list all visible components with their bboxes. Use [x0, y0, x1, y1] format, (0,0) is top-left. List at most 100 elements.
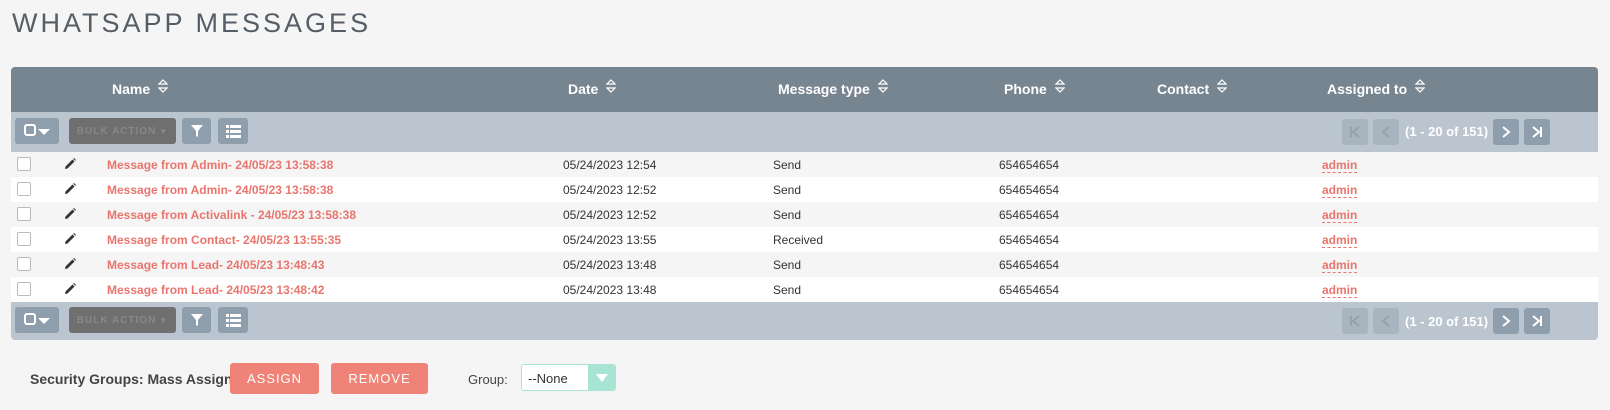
row-checkbox[interactable] [17, 232, 31, 246]
column-chooser-button[interactable] [218, 307, 248, 333]
prev-page-icon [1381, 126, 1390, 138]
chevron-down-icon: ▼ [159, 315, 169, 325]
next-page-button[interactable] [1493, 119, 1519, 145]
pagination-text: (1 - 20 of 151) [1405, 314, 1489, 329]
row-name-link[interactable]: Message from Admin- 24/05/23 13:58:38 [107, 183, 333, 197]
row-checkbox[interactable] [17, 257, 31, 271]
last-page-button[interactable] [1524, 119, 1550, 145]
table-row: Message from Contact- 24/05/23 13:55:35 … [11, 227, 1598, 252]
pencil-icon[interactable] [63, 207, 77, 224]
row-date: 05/24/2023 13:48 [563, 283, 657, 297]
column-header-label: Contact [1157, 81, 1210, 97]
row-phone: 654654654 [999, 233, 1060, 247]
table-row: Message from Lead- 24/05/23 13:48:43 05/… [11, 252, 1598, 277]
row-assigned-link[interactable]: admin [1322, 158, 1358, 173]
row-checkbox[interactable] [17, 282, 31, 296]
row-date: 05/24/2023 13:55 [563, 233, 657, 247]
checkbox-dropdown-icon [24, 124, 50, 136]
prev-page-icon [1381, 315, 1390, 327]
row-message-type: Send [773, 158, 802, 172]
row-checkbox[interactable] [17, 182, 31, 196]
sort-icon[interactable] [158, 79, 169, 93]
row-checkbox[interactable] [17, 207, 31, 221]
select-all-dropdown[interactable] [15, 118, 59, 144]
sort-icon[interactable] [606, 79, 617, 93]
row-phone: 654654654 [999, 158, 1060, 172]
column-header-label: Message type [778, 81, 870, 97]
prev-page-button[interactable] [1373, 119, 1399, 145]
pencil-icon[interactable] [63, 232, 77, 249]
chevron-down-icon: ▼ [159, 126, 169, 136]
next-page-button[interactable] [1493, 308, 1519, 334]
column-chooser-icon [225, 124, 241, 138]
chevron-down-icon[interactable] [588, 365, 615, 390]
row-name-link[interactable]: Message from Contact- 24/05/23 13:55:35 [107, 233, 341, 247]
row-assigned-link[interactable]: admin [1322, 208, 1358, 223]
group-select[interactable]: --None [521, 364, 616, 391]
column-header-phone[interactable]: Phone [1004, 79, 1065, 97]
last-page-icon [1532, 126, 1542, 138]
row-phone: 654654654 [999, 183, 1060, 197]
sort-icon[interactable] [1217, 79, 1228, 93]
row-message-type: Send [773, 258, 802, 272]
bulk-action-button[interactable]: BULK ACTION ▼ [69, 307, 176, 333]
row-checkbox[interactable] [17, 157, 31, 171]
column-header-date[interactable]: Date [568, 79, 617, 97]
table-row: Message from Activalink - 24/05/23 13:58… [11, 202, 1598, 227]
column-chooser-button[interactable] [218, 118, 248, 144]
row-phone: 654654654 [999, 283, 1060, 297]
next-page-icon [1502, 315, 1511, 327]
filter-icon [190, 314, 203, 326]
column-chooser-icon [225, 313, 241, 327]
filter-button[interactable] [182, 307, 211, 333]
row-name-link[interactable]: Message from Lead- 24/05/23 13:48:42 [107, 283, 324, 297]
pencil-icon[interactable] [63, 282, 77, 299]
bulk-action-button[interactable]: BULK ACTION ▼ [69, 118, 176, 144]
row-name-link[interactable]: Message from Activalink - 24/05/23 13:58… [107, 208, 356, 222]
group-select-value: --None [528, 371, 568, 386]
column-header-assigned-to[interactable]: Assigned to [1327, 79, 1426, 97]
column-header-name[interactable]: Name [112, 79, 169, 97]
group-label: Group: [468, 372, 508, 387]
prev-page-button[interactable] [1373, 308, 1399, 334]
sort-icon[interactable] [877, 79, 888, 93]
row-name-link[interactable]: Message from Lead- 24/05/23 13:48:43 [107, 258, 324, 272]
column-header-message-type[interactable]: Message type [778, 79, 888, 97]
mass-assign-label: Security Groups: Mass Assign [30, 371, 233, 387]
row-date: 05/24/2023 12:52 [563, 208, 657, 222]
bulk-action-label: BULK ACTION [76, 314, 157, 326]
table-header: Name Date Message type Phone Contact Ass… [11, 67, 1598, 112]
remove-button[interactable]: REMOVE [331, 363, 428, 394]
pagination-text: (1 - 20 of 151) [1405, 124, 1489, 139]
row-phone: 654654654 [999, 258, 1060, 272]
first-page-icon [1350, 126, 1360, 138]
sort-icon[interactable] [1054, 79, 1065, 93]
row-date: 05/24/2023 12:52 [563, 183, 657, 197]
row-assigned-link[interactable]: admin [1322, 183, 1358, 198]
pencil-icon[interactable] [63, 157, 77, 174]
row-name-link[interactable]: Message from Admin- 24/05/23 13:58:38 [107, 158, 333, 172]
first-page-icon [1350, 315, 1360, 327]
column-header-contact[interactable]: Contact [1157, 79, 1228, 97]
first-page-button[interactable] [1342, 308, 1368, 334]
filter-icon [190, 125, 203, 137]
column-header-label: Phone [1004, 81, 1047, 97]
table-row: Message from Admin- 24/05/23 13:58:38 05… [11, 152, 1598, 177]
last-page-button[interactable] [1524, 308, 1550, 334]
table-row: Message from Lead- 24/05/23 13:48:42 05/… [11, 277, 1598, 302]
page-title: WHATSAPP MESSAGES [12, 8, 372, 38]
select-all-dropdown[interactable] [15, 307, 59, 333]
pencil-icon[interactable] [63, 182, 77, 199]
filter-button[interactable] [182, 118, 211, 144]
row-message-type: Send [773, 183, 802, 197]
row-assigned-link[interactable]: admin [1322, 258, 1358, 273]
column-header-label: Assigned to [1327, 81, 1408, 97]
pencil-icon[interactable] [63, 257, 77, 274]
sort-icon[interactable] [1415, 79, 1426, 93]
last-page-icon [1532, 315, 1542, 327]
row-assigned-link[interactable]: admin [1322, 283, 1358, 298]
first-page-button[interactable] [1342, 119, 1368, 145]
row-assigned-link[interactable]: admin [1322, 233, 1358, 248]
column-header-label: Name [112, 81, 151, 97]
assign-button[interactable]: ASSIGN [230, 363, 319, 394]
